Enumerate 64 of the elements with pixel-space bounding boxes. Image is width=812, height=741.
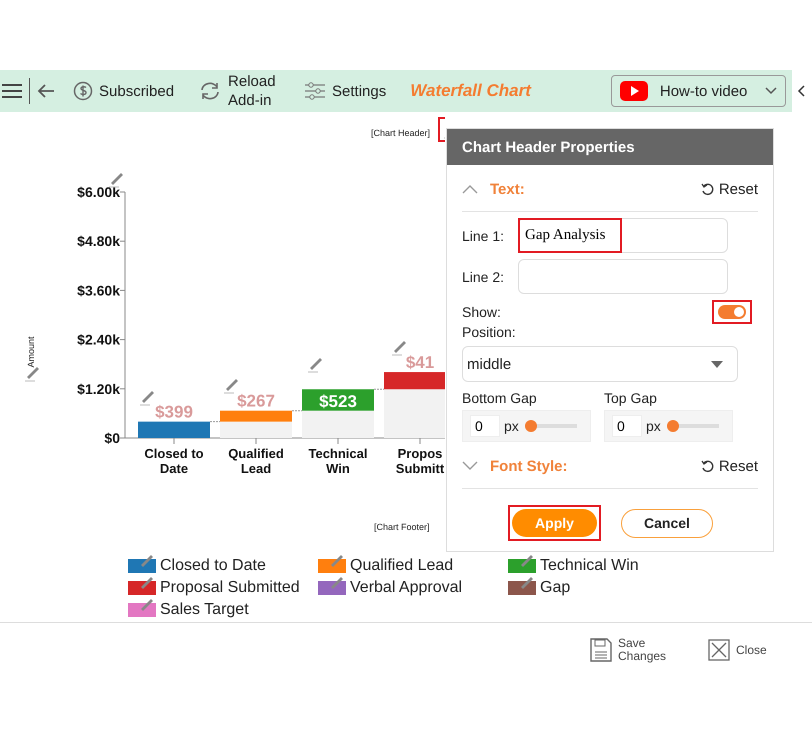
value-label: $523 bbox=[319, 392, 357, 411]
gap-input[interactable]: 0 bbox=[470, 415, 500, 437]
field-label: Line 1: bbox=[462, 228, 506, 244]
category-label: Closed to Date bbox=[144, 446, 204, 476]
category-label: Qualified Lead bbox=[228, 446, 284, 476]
settings-sliders-icon bbox=[304, 81, 326, 101]
waterfall-bar bbox=[138, 422, 210, 438]
chevron-down-icon bbox=[764, 87, 777, 95]
menu-icon[interactable] bbox=[1, 82, 23, 100]
line-1-input[interactable]: Gap Analysis bbox=[518, 218, 728, 253]
chart-header-label[interactable]: [Chart Header] bbox=[370, 128, 430, 138]
y-tick-label: $3.60k bbox=[77, 282, 120, 298]
field-label: Show: bbox=[462, 304, 501, 320]
legend-label: Proposal Submitted bbox=[160, 579, 300, 597]
play-icon bbox=[620, 81, 648, 101]
reset-icon bbox=[700, 182, 715, 196]
field-label: Top Gap bbox=[604, 390, 658, 406]
unit-label: px bbox=[504, 418, 519, 434]
chevron-down-icon[interactable] bbox=[462, 461, 478, 471]
value-label: $41 bbox=[406, 353, 434, 372]
close-icon bbox=[708, 639, 730, 661]
legend-label: Verbal Approval bbox=[350, 579, 462, 597]
reload-button[interactable]: Reload Add-in bbox=[198, 72, 280, 110]
legend-label: Closed to Date bbox=[160, 557, 266, 575]
field-label: Position: bbox=[462, 324, 517, 340]
waterfall-bar bbox=[220, 410, 292, 422]
back-arrow-icon[interactable] bbox=[37, 83, 55, 99]
gap-input[interactable]: 0 bbox=[612, 415, 642, 437]
reset-button[interactable]: Reset bbox=[700, 180, 758, 198]
close-button[interactable]: Close bbox=[708, 637, 767, 663]
settings-button[interactable]: Settings bbox=[304, 81, 386, 101]
y-tick-label: $0 bbox=[104, 430, 120, 446]
field-label: Bottom Gap bbox=[462, 390, 538, 406]
legend-label: Sales Target bbox=[160, 601, 249, 619]
save-changes-button[interactable]: Save Changes bbox=[590, 637, 668, 663]
y-tick-label: $6.00k bbox=[77, 184, 120, 200]
subscribed-button[interactable]: Subscribed bbox=[73, 81, 174, 101]
y-tick-label: $4.80k bbox=[77, 233, 120, 250]
waterfall-bar bbox=[302, 389, 374, 411]
axis-title: Amount bbox=[26, 336, 36, 368]
legend-label: Qualified Lead bbox=[350, 557, 454, 575]
reset-icon bbox=[700, 459, 715, 473]
line-2-input[interactable] bbox=[518, 259, 728, 294]
legend-label: Technical Win bbox=[540, 557, 639, 575]
dollar-icon bbox=[73, 81, 93, 101]
category-label: Technical Win bbox=[308, 446, 368, 476]
value-label: $399 bbox=[155, 402, 193, 422]
y-tick-label: $1.20k bbox=[77, 380, 120, 397]
show-toggle[interactable] bbox=[718, 305, 746, 319]
chart-footer-label[interactable]: [Chart Footer] bbox=[374, 522, 430, 532]
cancel-button[interactable]: Cancel bbox=[621, 508, 713, 538]
unit-label: px bbox=[646, 418, 661, 434]
reset-button[interactable]: Reset bbox=[700, 458, 758, 474]
video-dropdown[interactable]: How-to video bbox=[610, 75, 786, 107]
legend-label: Gap bbox=[540, 579, 570, 597]
panel-title: Chart Header Properties bbox=[447, 129, 773, 165]
chevron-up-icon[interactable] bbox=[462, 184, 478, 194]
app-title: Waterfall Chart bbox=[410, 81, 531, 101]
dropdown-arrow-icon bbox=[711, 360, 723, 368]
category-label: Propos Submitt bbox=[396, 446, 444, 476]
position-select[interactable]: middle bbox=[462, 346, 738, 382]
field-label: Line 2: bbox=[462, 268, 506, 284]
value-label: $267 bbox=[237, 392, 275, 411]
y-tick-label: $2.40k bbox=[77, 332, 120, 348]
